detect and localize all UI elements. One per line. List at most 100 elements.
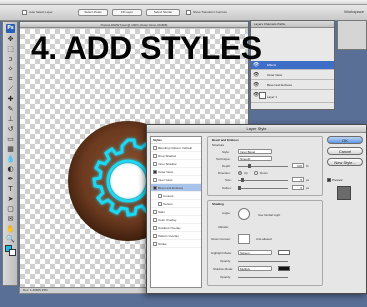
style-item[interactable]: Inner Shadow: [151, 160, 201, 168]
options-button-1[interactable]: Select Pixels: [78, 9, 108, 16]
layer-row-bevel[interactable]: 👁 Bevel and Emboss: [251, 81, 334, 90]
ok-button[interactable]: OK: [327, 136, 363, 144]
direction-up-radio[interactable]: [238, 171, 242, 175]
style-item[interactable]: Outer Glow: [151, 168, 201, 176]
size-label: Size:: [225, 178, 232, 182]
style-item[interactable]: Gradient Overlay: [151, 224, 201, 232]
dodge-tool-icon[interactable]: ◐: [6, 165, 15, 174]
style-item-label: Inner Shadow: [158, 162, 177, 166]
depth-unit: %: [306, 164, 309, 168]
zoom-tool-icon[interactable]: 🔍: [6, 235, 15, 244]
highlight-mode-select[interactable]: Screen: [238, 250, 272, 255]
auto-select-checkbox[interactable]: [22, 10, 27, 15]
size-input[interactable]: 5: [292, 177, 304, 182]
style-item[interactable]: Texture: [151, 200, 201, 208]
depth-slider-knob[interactable]: [248, 164, 251, 168]
preview-label: Preview: [332, 178, 343, 182]
style-item-checkbox[interactable]: [153, 170, 157, 174]
style-item-checkbox[interactable]: [153, 226, 157, 230]
brush-tool-icon[interactable]: ✎: [6, 105, 15, 114]
gradient-tool-icon[interactable]: ▦: [6, 145, 15, 154]
preview-toggle[interactable]: Preview: [327, 178, 343, 183]
hand-tool-icon[interactable]: ✋: [6, 225, 15, 234]
background-color-swatch[interactable]: [9, 249, 16, 256]
style-item-label: Drop Shadow: [158, 154, 177, 158]
history-brush-tool-icon[interactable]: ↺: [6, 125, 15, 134]
healing-brush-tool-icon[interactable]: ✚: [6, 95, 15, 104]
crop-tool-icon[interactable]: ⌗: [6, 75, 15, 84]
soften-slider-knob[interactable]: [238, 186, 241, 190]
style-item-checkbox[interactable]: [153, 186, 157, 190]
options-button-2[interactable]: Fill Layer: [112, 9, 142, 16]
pen-tool-icon[interactable]: ✒: [6, 175, 15, 184]
lasso-tool-icon[interactable]: ↄ: [6, 55, 15, 64]
depth-slider[interactable]: [238, 166, 288, 167]
depth-input[interactable]: 100: [292, 163, 304, 168]
clone-stamp-tool-icon[interactable]: ⊥: [6, 115, 15, 124]
style-select[interactable]: Inner Bevel: [238, 149, 272, 154]
soften-input[interactable]: 0: [292, 185, 304, 190]
show-bounds-checkbox[interactable]: [186, 10, 191, 15]
size-slider[interactable]: [238, 180, 288, 181]
style-item[interactable]: Inner Glow: [151, 176, 201, 184]
shadow-color-swatch[interactable]: [278, 266, 290, 271]
marquee-tool-icon[interactable]: ⬚: [6, 45, 15, 54]
layer-row-effects[interactable]: 👁 Effects: [251, 61, 334, 70]
shadow-mode-select[interactable]: Multiply: [238, 266, 272, 271]
shadow-opacity-slider[interactable]: [238, 277, 288, 278]
direction-down-radio[interactable]: [254, 171, 258, 175]
layers-panel-tabs[interactable]: Layers Channels Paths: [251, 21, 334, 28]
notes-tool-icon[interactable]: ✉: [6, 215, 15, 224]
workspace-menu[interactable]: Workspace: [344, 9, 364, 14]
blur-tool-icon[interactable]: 💧: [6, 155, 15, 164]
style-item[interactable]: Contour: [151, 192, 201, 200]
eraser-tool-icon[interactable]: ▭: [6, 135, 15, 144]
eye-icon[interactable]: 👁: [253, 93, 259, 98]
style-item[interactable]: Color Overlay: [151, 216, 201, 224]
magic-wand-tool-icon[interactable]: ✧: [6, 65, 15, 74]
style-item[interactable]: Blending Options: Default: [151, 144, 201, 152]
options-button-3[interactable]: Select Similar: [146, 9, 180, 16]
size-slider-knob[interactable]: [241, 178, 244, 182]
new-style-button[interactable]: New Style...: [327, 158, 363, 166]
style-item[interactable]: Pattern Overlay: [151, 232, 201, 240]
layer-row-layer1[interactable]: 👁 Layer 1: [251, 91, 334, 103]
gloss-contour-picker[interactable]: [238, 234, 250, 244]
style-item-checkbox[interactable]: [153, 218, 157, 222]
style-item-checkbox[interactable]: [158, 202, 162, 206]
eye-icon[interactable]: 👁: [253, 83, 259, 88]
move-tool-icon[interactable]: ✥: [6, 35, 15, 44]
highlight-color-swatch[interactable]: [278, 250, 290, 255]
style-item-checkbox[interactable]: [153, 154, 157, 158]
bevel-emboss-title: Bevel and Emboss: [212, 138, 239, 142]
style-item-checkbox[interactable]: [153, 178, 157, 182]
type-tool-icon[interactable]: T: [6, 185, 15, 194]
style-item-checkbox[interactable]: [153, 146, 157, 150]
layer-row-outer-glow[interactable]: 👁 Outer Glow: [251, 71, 334, 80]
slice-tool-icon[interactable]: ⟋: [6, 85, 15, 94]
preview-checkbox[interactable]: [327, 178, 331, 183]
style-item[interactable]: Stroke: [151, 240, 201, 248]
soften-unit: px: [306, 186, 310, 190]
shape-tool-icon[interactable]: ▢: [6, 205, 15, 214]
toolbox: Ps ✥ ⬚ ↄ ✧ ⌗ ⟋ ✚ ✎ ⊥ ↺ ▭ ▦ 💧 ◐ ✒ T ➤ ▢ ✉…: [2, 21, 18, 286]
eye-icon[interactable]: 👁: [253, 73, 259, 78]
technique-label: Technique:: [216, 157, 231, 161]
styles-list-header[interactable]: Styles: [151, 137, 201, 144]
style-item-checkbox[interactable]: [153, 242, 157, 246]
style-item[interactable]: Satin: [151, 208, 201, 216]
path-selection-tool-icon[interactable]: ➤: [6, 195, 15, 204]
style-item[interactable]: Bevel and Emboss: [151, 184, 201, 192]
cancel-button[interactable]: Cancel: [327, 147, 363, 155]
highlight-opacity-slider[interactable]: [238, 261, 288, 262]
soften-slider[interactable]: [238, 188, 288, 189]
style-item-checkbox[interactable]: [153, 234, 157, 238]
style-item-checkbox[interactable]: [158, 194, 162, 198]
style-item[interactable]: Drop Shadow: [151, 152, 201, 160]
technique-select[interactable]: Smooth: [238, 156, 272, 161]
highlight-mode-label: Highlight Mode:: [211, 251, 232, 255]
style-item-checkbox[interactable]: [153, 210, 157, 214]
style-item-checkbox[interactable]: [153, 162, 157, 166]
side-panel-strip[interactable]: [337, 20, 367, 50]
angle-dial[interactable]: [238, 208, 250, 220]
